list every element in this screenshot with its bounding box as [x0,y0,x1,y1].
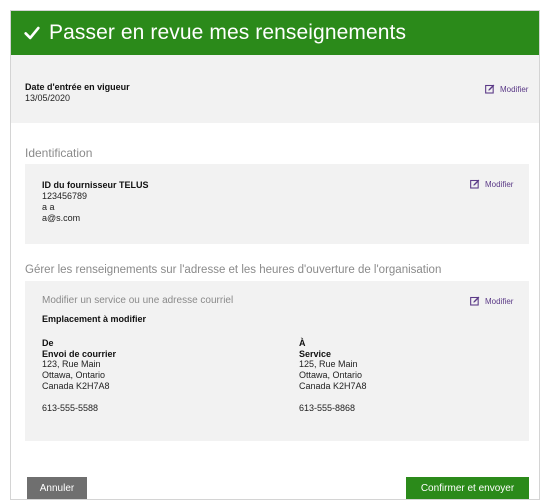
confirm-submit-button[interactable]: Confirmer et envoyer [406,477,529,499]
from-city: Ottawa, Ontario [42,370,106,380]
address-subheading: Modifier un service ou une adresse courr… [42,295,234,306]
address-to-column: À Service 125, Rue Main Ottawa, Ontario … [299,338,367,414]
review-panel: Passer en revue mes renseignements Date … [10,10,540,500]
to-label: À [299,338,306,348]
contact-name: a a [42,202,55,212]
cancel-button[interactable]: Annuler [27,477,87,499]
from-phone: 613-555-5588 [42,403,99,413]
effective-date-value: 13/05/2020 [25,93,71,103]
address-card: Modifier un service ou une adresse courr… [25,281,529,441]
modify-label: Modifier [485,179,514,189]
address-from-column: De Envoi de courrier 123, Rue Main Ottaw… [42,338,116,414]
to-city: Ottawa, Ontario [299,370,363,380]
from-street: 123, Rue Main [42,359,101,369]
location-label: Emplacement à modifier [42,314,147,324]
modify-address-link[interactable]: Modifier [470,296,513,306]
from-country-postal: Canada K2H7A8 [42,381,110,391]
from-type: Envoi de courrier [42,349,117,359]
effective-date-section: Date d'entrée en vigueur 13/05/2020 Modi… [11,55,539,123]
modify-label: Modifier [485,296,514,306]
page-title: Passer en revue mes renseignements [49,21,407,44]
from-label: De [42,338,54,348]
to-street: 125, Rue Main [299,359,358,369]
modify-label: Modifier [500,84,529,94]
modify-effective-date-link[interactable]: Modifier [485,84,528,94]
supplier-id-label: ID du fournisseur TELUS [42,180,149,190]
to-type: Service [299,349,332,359]
edit-icon [470,296,480,306]
identification-card: ID du fournisseur TELUS 123456789 a a a@… [25,164,529,244]
contact-email: a@s.com [42,213,81,223]
edit-icon [485,84,495,94]
identification-heading: Identification [25,146,93,160]
page-header: Passer en revue mes renseignements [11,11,539,55]
edit-icon [470,179,480,189]
to-phone: 613-555-8868 [299,403,356,413]
supplier-id-value: 123456789 [42,191,88,201]
address-heading: Gérer les renseignements sur l'adresse e… [25,264,442,276]
modify-identification-link[interactable]: Modifier [470,179,513,189]
to-country-postal: Canada K2H7A8 [299,381,367,391]
effective-date-label: Date d'entrée en vigueur [25,82,130,92]
check-icon [24,26,40,40]
